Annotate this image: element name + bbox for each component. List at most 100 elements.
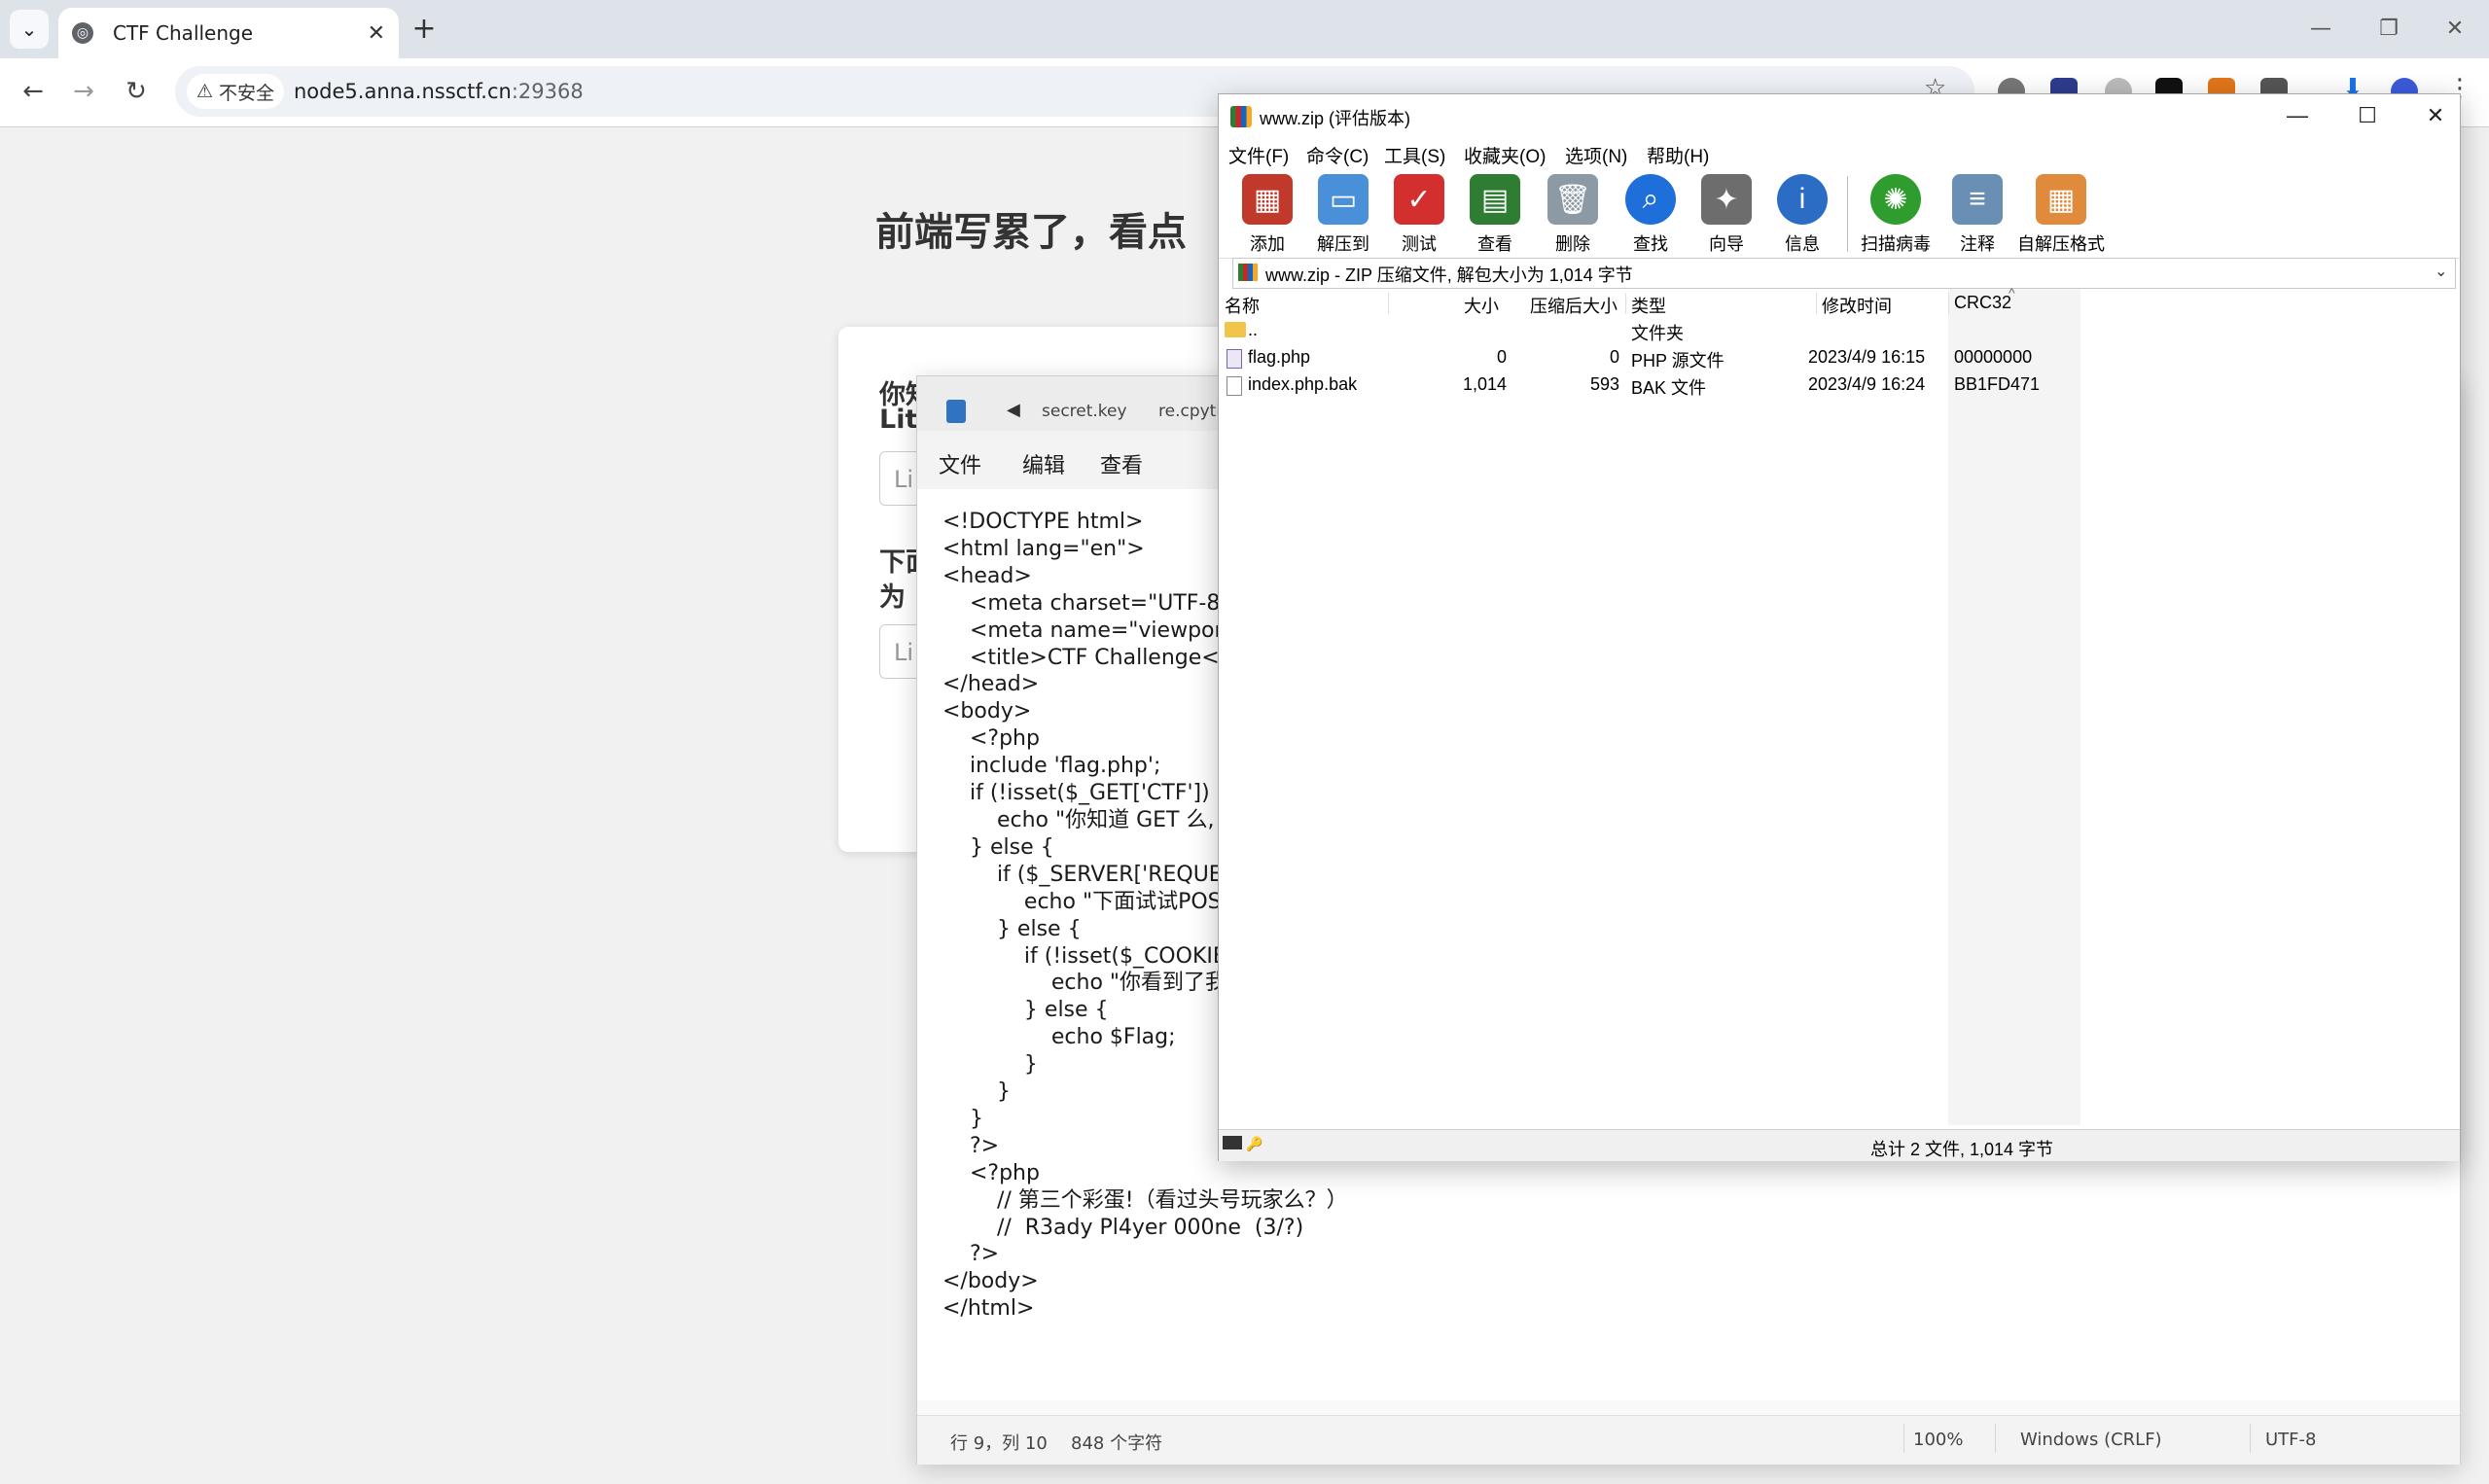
button-label: 解压到 (1317, 234, 1369, 254)
tab-search-button[interactable]: ⌄ (10, 10, 49, 49)
notepad-tab[interactable]: secret.key (1042, 402, 1127, 421)
drive-icon (1223, 1136, 1242, 1149)
test-button[interactable]: ✓ 测试 (1382, 172, 1456, 256)
button-label: 查看 (1477, 234, 1512, 254)
menu-options[interactable]: 选项(N) (1565, 142, 1627, 168)
question-2-line-2: 为 (879, 583, 906, 613)
url-text[interactable]: node5.anna.nssctf.cn:29368 (294, 80, 584, 103)
file-name: index.php.bak (1248, 374, 1358, 394)
column-header-modified[interactable]: 修改时间 (1822, 293, 1892, 318)
back-button[interactable]: ← (12, 70, 54, 113)
file-size: 0 (1496, 347, 1507, 367)
warning-triangle-icon: ⚠ (196, 81, 214, 102)
comment-icon: ≡ (1952, 174, 2003, 225)
archive-summary: 总计 2 文件, 1,014 字节 (1870, 1140, 2054, 1159)
menu-file[interactable]: 文件 (939, 448, 981, 479)
menu-file[interactable]: 文件(F) (1228, 142, 1289, 168)
zoom-level: 100% (1913, 1430, 1964, 1450)
menu-edit[interactable]: 编辑 (1022, 448, 1065, 479)
archive-path-text: www.zip - ZIP 压缩文件, 解包大小为 1,014 字节 (1265, 265, 1633, 285)
close-window-button[interactable]: ✕ (2426, 10, 2484, 49)
site-info-chip[interactable]: ⚠ 不安全 (187, 74, 285, 109)
file-row[interactable]: flag.php 0 0 PHP 源文件 2023/4/9 16:15 0000… (1219, 345, 2460, 372)
reload-button[interactable]: ↻ (115, 70, 158, 113)
button-label: 自解压格式 (2017, 234, 2105, 254)
tab-title: CTF Challenge (113, 21, 254, 45)
minimize-window-button[interactable]: — (2292, 10, 2350, 49)
forward-button[interactable]: → (62, 70, 105, 113)
column-header-size[interactable]: 大小 (1464, 293, 1499, 318)
wizard-button[interactable]: ✦ 向导 (1689, 172, 1763, 256)
key-icon: 🔑 (1246, 1136, 1263, 1151)
cursor-position: 行 9，列 10 (950, 1433, 1048, 1454)
globe-icon: ◎ (72, 22, 93, 44)
info-button[interactable]: i 信息 (1765, 172, 1839, 256)
magnifier-icon: ⌕ (1625, 174, 1676, 225)
toolbar-divider (1847, 176, 1848, 252)
notepad-tab[interactable]: re.cpyth (1158, 402, 1227, 421)
add-button[interactable]: ▦ 添加 (1230, 172, 1304, 256)
column-header-name[interactable]: 名称 (1225, 293, 1260, 318)
close-button[interactable]: ✕ (2411, 98, 2460, 133)
extract-to-button[interactable]: ▭ 解压到 (1306, 172, 1380, 256)
encoding: UTF-8 (2265, 1430, 2317, 1450)
folder-icon (1225, 322, 1246, 337)
comment-button[interactable]: ≡ 注释 (1940, 172, 2014, 256)
question-1-line-2: Lit (879, 405, 918, 435)
tab-scroll-left-icon[interactable]: ◀ (1007, 400, 1020, 420)
character-count: 848 个字符 (1071, 1433, 1163, 1454)
maximize-button[interactable]: ☐ (2343, 98, 2392, 133)
button-label: 查找 (1633, 234, 1668, 254)
menu-favorites[interactable]: 收藏夹(O) (1464, 142, 1546, 168)
winrar-app-icon (1230, 106, 1252, 127)
divider (1995, 1424, 1996, 1453)
notepad-app-icon (946, 400, 966, 423)
divider (2250, 1424, 2251, 1453)
restore-window-button[interactable]: ❐ (2360, 10, 2418, 49)
virus-scan-icon: ✺ (1870, 174, 1921, 225)
button-label: 信息 (1785, 234, 1820, 254)
view-book-icon: ▤ (1470, 174, 1520, 225)
find-button[interactable]: ⌕ 查找 (1614, 172, 1688, 256)
column-header-type[interactable]: 类型 (1631, 293, 1666, 318)
file-list (1219, 289, 2460, 1125)
delete-button[interactable]: 🗑 删除 (1536, 172, 1610, 256)
file-packed-size: 0 (1609, 347, 1619, 367)
archive-icon (1238, 264, 1258, 281)
column-header-packed[interactable]: 压缩后大小 (1530, 293, 1618, 318)
button-label: 扫描病毒 (1861, 234, 1931, 254)
file-crc32: BB1FD471 (1954, 374, 2041, 394)
info-icon: i (1777, 174, 1828, 225)
column-header-crc32[interactable]: CRC32 (1954, 293, 2011, 313)
winrar-window: www.zip (评估版本) — ☐ ✕ 文件(F) 命令(C) 工具(S) 收… (1218, 93, 2461, 1161)
new-tab-button[interactable]: + (407, 12, 442, 47)
test-clipboard-icon: ✓ (1394, 174, 1444, 225)
chevron-down-icon[interactable]: ⌄ (2435, 262, 2447, 281)
add-archive-icon: ▦ (1242, 174, 1293, 225)
security-label: 不安全 (219, 82, 275, 104)
winrar-title: www.zip (评估版本) (1260, 109, 1411, 128)
close-tab-icon[interactable]: ✕ (368, 21, 385, 46)
menu-help[interactable]: 帮助(H) (1647, 142, 1709, 168)
page-title: 前端写累了，看点 (875, 210, 1187, 255)
file-size: 1,014 (1462, 374, 1507, 394)
virus-scan-button[interactable]: ✺ 扫描病毒 (1855, 172, 1937, 256)
file-row[interactable]: index.php.bak 1,014 593 BAK 文件 2023/4/9 … (1219, 372, 2460, 400)
file-row-parent[interactable]: .. 文件夹 (1219, 318, 2460, 345)
line-ending: Windows (CRLF) (2020, 1430, 2162, 1450)
file-crc32: 00000000 (1954, 347, 2033, 367)
browser-tab-active[interactable]: ◎ CTF Challenge ✕ (58, 8, 399, 58)
winrar-statusbar: 🔑 总计 2 文件, 1,014 字节 (1219, 1129, 2460, 1161)
menu-view[interactable]: 查看 (1100, 448, 1143, 479)
file-type: PHP 源文件 (1631, 351, 1725, 371)
divider (1948, 293, 1949, 314)
sfx-button[interactable]: ▦ 自解压格式 (2014, 172, 2108, 256)
menu-commands[interactable]: 命令(C) (1306, 142, 1369, 168)
minimize-button[interactable]: — (2273, 98, 2322, 133)
button-label: 删除 (1555, 234, 1590, 254)
button-label: 向导 (1709, 234, 1744, 254)
sfx-box-icon: ▦ (2036, 174, 2086, 225)
view-button[interactable]: ▤ 查看 (1458, 172, 1532, 256)
menu-tools[interactable]: 工具(S) (1384, 142, 1445, 168)
file-name: flag.php (1248, 347, 1311, 367)
